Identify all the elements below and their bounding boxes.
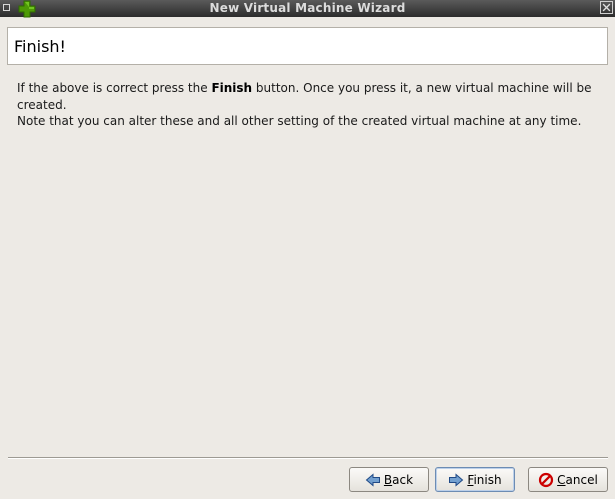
finish-button-label: Finish bbox=[467, 472, 502, 487]
arrow-right-icon bbox=[449, 472, 464, 487]
description-line2: Note that you can alter these and all ot… bbox=[17, 114, 582, 128]
finish-button[interactable]: Finish bbox=[435, 467, 515, 492]
close-icon[interactable] bbox=[600, 1, 613, 14]
cancel-button[interactable]: Cancel bbox=[528, 467, 608, 492]
button-separator bbox=[8, 457, 608, 459]
page-header: Finish! bbox=[7, 27, 608, 65]
cancel-button-label: Cancel bbox=[557, 472, 598, 487]
window-title: New Virtual Machine Wizard bbox=[209, 1, 406, 15]
description-line1-start: If the above is correct press the bbox=[17, 81, 212, 95]
wizard-window: New Virtual Machine Wizard Finish! If th… bbox=[0, 0, 615, 499]
description-finish-bold: Finish bbox=[211, 81, 253, 95]
title-bar[interactable]: New Virtual Machine Wizard bbox=[0, 0, 615, 18]
page-title: Finish! bbox=[14, 37, 66, 56]
description-text: If the above is correct press the Finish… bbox=[17, 80, 597, 130]
arrow-left-icon bbox=[365, 472, 380, 487]
cancel-icon bbox=[539, 472, 554, 487]
back-button-label: Back bbox=[383, 472, 414, 487]
back-button[interactable]: Back bbox=[349, 467, 429, 492]
